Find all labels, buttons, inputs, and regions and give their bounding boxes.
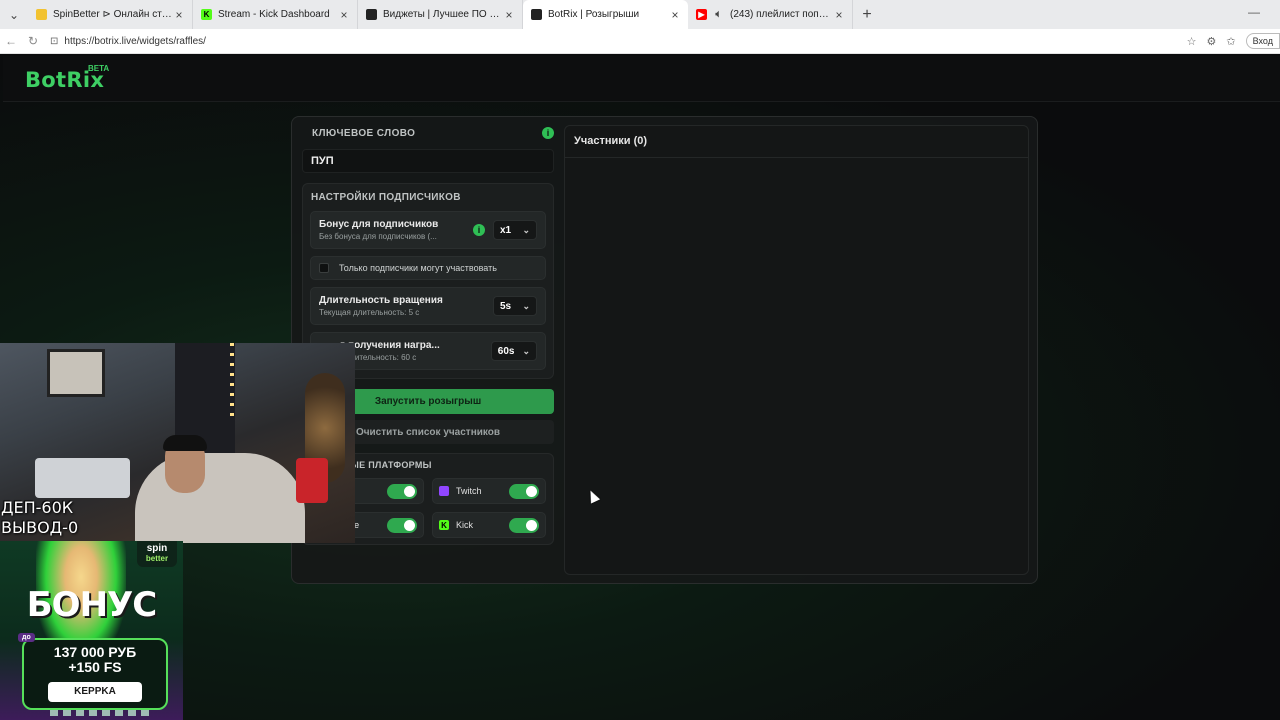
kick-favicon-icon: K [201, 9, 212, 20]
spinbetter-ad-banner: spin better БОНУС до 137 000 РУБ +150 FS… [0, 541, 183, 720]
url-field[interactable]: ⊡ https://botrix.live/widgets/raffles/ [50, 36, 1187, 47]
speaker-icon[interactable]: 🔈︎ [713, 9, 724, 20]
url-text: https://botrix.live/widgets/raffles/ [64, 35, 206, 47]
browser-tab[interactable]: Виджеты | Лучшее ПО для улучш × [358, 0, 523, 29]
subscriber-bonus-setting: Бонус для подписчиков Без бонуса для под… [310, 211, 546, 249]
botrix-favicon-icon [531, 9, 542, 20]
close-tab-icon[interactable]: × [337, 8, 351, 22]
brand-line: spin [146, 543, 168, 554]
favorite-star-icon[interactable]: ☆ [1187, 35, 1197, 48]
spinbetter-favicon-icon [36, 9, 47, 20]
extensions-icon[interactable]: ⚙ [1207, 35, 1217, 48]
chevron-down-icon: ⌄ [522, 300, 530, 311]
browser-tab-active[interactable]: BotRix | Розыгрыши × [523, 0, 688, 29]
info-icon[interactable]: i [542, 127, 554, 139]
chevron-down-icon: ⌄ [522, 224, 530, 235]
browser-tab[interactable]: K Stream - Kick Dashboard × [193, 0, 358, 29]
payment-icons [50, 710, 150, 716]
setting-subtitle: я длительность: 60 с [339, 353, 417, 362]
beta-badge: BETA [88, 64, 110, 73]
setting-subtitle: Текущая длительность: 5 с [319, 308, 420, 317]
minimize-icon[interactable]: — [1248, 5, 1260, 19]
platform-toggle[interactable] [509, 517, 539, 533]
claim-period-select[interactable]: 60s ⌄ [490, 341, 537, 361]
favorites-icon[interactable]: ✩ [1226, 35, 1235, 48]
checkbox-label: Только подписчики могут участвовать [339, 263, 497, 273]
spin-duration-setting: Длительность вращения Текущая длительнос… [310, 287, 546, 325]
ad-freespins: +150 FS [68, 659, 122, 675]
brand-line: better [145, 554, 169, 563]
close-tab-icon[interactable]: × [172, 8, 186, 22]
platform-toggle[interactable] [387, 517, 417, 533]
stream-overlay-text: ДЕП-60К ВЫВОД-0 [1, 498, 78, 538]
botrix-favicon-icon [366, 9, 377, 20]
tab-title: (243) плейлист популярных т [730, 9, 832, 20]
section-title: НАСТРОЙКИ ПОДПИСЧИКОВ [311, 192, 461, 203]
ad-upto-badge: до [18, 633, 35, 642]
keyword-input[interactable]: ПУП [302, 149, 554, 173]
tab-list-chevron-icon[interactable]: ⌄ [0, 0, 28, 29]
streamer-body [135, 453, 305, 543]
back-arrow-icon[interactable]: ← [0, 34, 22, 48]
info-icon[interactable]: i [473, 224, 485, 236]
subs-only-checkbox[interactable] [319, 263, 329, 273]
ad-promo-code: KEPPKA [48, 682, 142, 702]
close-tab-icon[interactable]: × [668, 8, 682, 22]
select-value: 5s [500, 300, 512, 312]
tab-title: SpinBetter ⊳ Онлайн ставки на сп [53, 9, 172, 20]
platform-name: Twitch [456, 486, 482, 496]
reload-icon[interactable]: ↻ [22, 34, 44, 48]
tab-title: BotRix | Розыгрыши [548, 9, 640, 20]
platform-kick: K Kick [432, 512, 546, 538]
string-lights [230, 343, 234, 423]
raffle-widget-card: КЛЮЧЕВОЕ СЛОВО i ПУП НАСТРОЙКИ ПОДПИСЧИК… [291, 116, 1038, 584]
platform-twitch: Twitch [432, 478, 546, 504]
sign-in-button[interactable]: Вход [1245, 33, 1280, 49]
site-info-icon[interactable]: ⊡ [50, 36, 58, 47]
ad-headline: БОНУС [26, 585, 157, 625]
ad-brand-logo: spin better [137, 541, 177, 567]
platform-name: Kick [456, 520, 474, 530]
tab-title: Виджеты | Лучшее ПО для улучш [383, 9, 502, 20]
close-tab-icon[interactable]: × [502, 8, 516, 22]
spin-duration-select[interactable]: 5s ⌄ [493, 296, 537, 316]
chevron-down-icon: ⌄ [522, 345, 530, 356]
subs-only-row[interactable]: Только подписчики могут участвовать [310, 256, 546, 280]
setting-subtitle: Без бонуса для подписчиков (... [319, 232, 437, 241]
platform-toggle[interactable] [387, 483, 417, 499]
top-navbar: BotRix BETA [3, 56, 1280, 102]
kick-icon: K [439, 520, 449, 530]
youtube-favicon-icon: ▶ [696, 9, 707, 20]
browser-tab-bar: ⌄ SpinBetter ⊳ Онлайн ставки на сп × K S… [0, 0, 1280, 29]
setting-title: Длительность вращения [319, 295, 443, 306]
twitch-icon [439, 486, 449, 496]
setting-title: д получения награ... [339, 340, 440, 351]
streamer-cap [163, 435, 207, 451]
red-bag [296, 458, 328, 503]
ad-amount: 137 000 РУБ [53, 644, 137, 660]
browser-tab[interactable]: ▶ 🔈︎ (243) плейлист популярных т × [688, 0, 853, 29]
tab-title: Stream - Kick Dashboard [218, 9, 330, 20]
keyword-label: КЛЮЧЕВОЕ СЛОВО [312, 127, 416, 139]
wall-picture [47, 349, 105, 397]
bonus-multiplier-select[interactable]: x1 ⌄ [493, 220, 537, 240]
select-value: x1 [500, 224, 512, 236]
address-bar: ← ↻ ⊡ https://botrix.live/widgets/raffle… [0, 29, 1280, 54]
participants-panel: Участники (0) [564, 125, 1029, 575]
participants-header: Участники (0) [565, 126, 1028, 158]
bed [35, 458, 130, 498]
setting-title: Бонус для подписчиков [319, 219, 439, 230]
select-value: 60s [497, 345, 515, 357]
browser-tab[interactable]: SpinBetter ⊳ Онлайн ставки на сп × [28, 0, 193, 29]
overlay-line: ДЕП-60К [1, 498, 74, 517]
platform-toggle[interactable] [509, 483, 539, 499]
overlay-line: ВЫВОД-0 [1, 518, 79, 537]
close-tab-icon[interactable]: × [832, 8, 846, 22]
new-tab-plus-icon[interactable]: + [853, 6, 881, 24]
